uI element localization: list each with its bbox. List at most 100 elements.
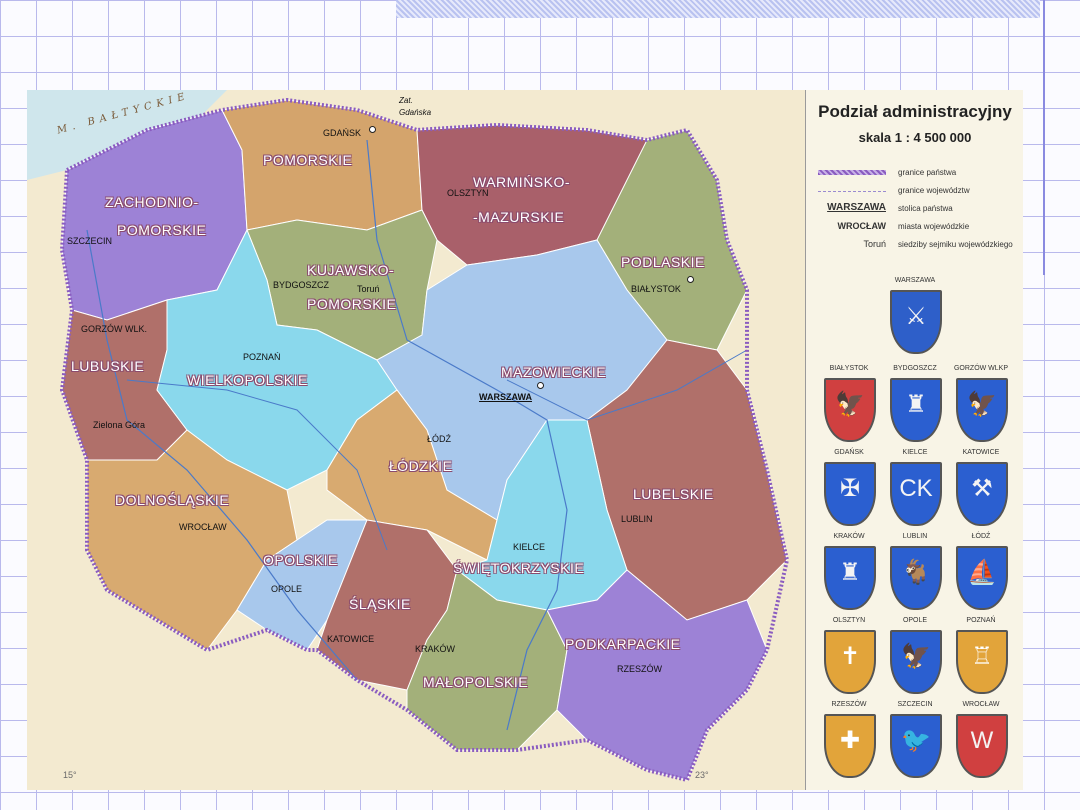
province-label-wielkopolskie: WIELKOPOLSKIE: [187, 372, 308, 388]
coat-shield-icon: ⛵: [956, 546, 1008, 610]
province-label-zachodniopomorskie-2: POMORSKIE: [117, 222, 207, 238]
province-label-warminsko-2: -MAZURSKIE: [473, 209, 565, 225]
province-label-kujawsko-1: KUJAWSKO-: [307, 262, 395, 278]
province-label-swietokrzyskie: ŚWIĘTOKRZYSKIE: [453, 560, 585, 576]
province-label-kujawsko-2: POMORSKIE: [307, 296, 397, 312]
coat-of-arms-caption: BYDGOSZCZ: [893, 365, 937, 372]
coat-emblem-icon: 🦅: [835, 391, 865, 418]
province-label-slaskie: ŚLĄSKIE: [349, 596, 411, 612]
legend-text-capital: stolica państwa: [898, 204, 953, 213]
city-label-wroclaw: WROCŁAW: [179, 522, 227, 532]
coat-of-arms: BIAŁYSTOK 🦅: [822, 365, 876, 442]
coat-shield-icon: 🦅: [956, 378, 1008, 442]
city-label-gorzow: GORZÓW WLK.: [81, 324, 147, 334]
coat-of-arms-caption: OPOLE: [902, 617, 928, 624]
city-label-zielona-gora: Zielona Góra: [93, 420, 146, 430]
coat-of-arms-caption: KATOWICE: [962, 449, 1000, 456]
voivodeship-border-symbol: [818, 191, 886, 192]
legend-row-state-border: granice państwa: [818, 166, 1018, 180]
slide-vertical-line: [1043, 0, 1045, 275]
city-label-szczecin: SZCZECIN: [67, 236, 112, 246]
coat-of-arms-caption: RZESZÓW: [831, 701, 867, 708]
city-label-opole: OPOLE: [271, 584, 303, 594]
city-label-krakow: KRAKÓW: [415, 644, 456, 654]
city-label-olsztyn: OLSZTYN: [447, 188, 489, 198]
coat-shield-icon: 🦅: [890, 630, 942, 694]
coat-of-arms-caption: BIAŁYSTOK: [829, 365, 869, 372]
coat-of-arms-caption: LUBLIN: [902, 533, 928, 540]
city-dot-bialystok: [687, 276, 694, 283]
coat-of-arms: KATOWICE ⚒: [954, 449, 1008, 526]
coat-emblem-icon: ⛵: [967, 559, 997, 586]
coat-of-arms: SZCZECIN 🐦: [888, 701, 942, 778]
coat-of-arms: GDAŃSK ✠: [822, 449, 876, 526]
city-dot-gdansk: [369, 126, 376, 133]
coat-shield-icon: ⚔: [890, 290, 942, 354]
coat-of-arms-caption: WROCŁAW: [962, 701, 1000, 708]
coat-of-arms: BYDGOSZCZ ♜: [888, 365, 942, 442]
legend-symbol-voiv-city: WROCŁAW: [837, 221, 887, 231]
coat-of-arms-caption: GORZÓW WLKP: [953, 365, 1009, 372]
coat-of-arms: LUBLIN 🐐: [888, 533, 942, 610]
city-label-lublin: LUBLIN: [621, 514, 653, 524]
coat-of-arms: KRAKÓW ♜: [822, 533, 876, 610]
province-label-pomorskie: POMORSKIE: [263, 152, 353, 168]
legend-title: Podział administracyjny: [818, 102, 1012, 121]
coat-shield-icon: ⚒: [956, 462, 1008, 526]
grid-label-23: 23°: [695, 770, 709, 780]
state-border-symbol: [818, 170, 886, 175]
coat-shield-icon: ♜: [824, 546, 876, 610]
province-label-lodzkie: ŁÓDZKIE: [389, 458, 453, 474]
coat-shield-icon: 🐦: [890, 714, 942, 778]
coat-of-arms-caption: KRAKÓW: [833, 533, 865, 540]
grid-label-15: 15°: [63, 770, 77, 780]
province-label-opolskie: OPOLSKIE: [263, 552, 338, 568]
coat-emblem-icon: CK: [899, 475, 933, 502]
coat-of-arms: KIELCE CK: [888, 449, 942, 526]
coat-emblem-icon: ✚: [839, 727, 861, 754]
coat-shield-icon: ♖: [956, 630, 1008, 694]
legend-symbol-capital: WARSZAWA: [827, 202, 886, 213]
city-label-kielce: KIELCE: [513, 542, 546, 552]
legend-text-sejmik: siedziby sejmiku wojewódzkiego: [898, 240, 1013, 249]
city-label-gdansk: GDAŃSK: [323, 128, 362, 138]
coat-of-arms: OLSZTYN ✝: [822, 617, 876, 694]
coat-emblem-icon: ♜: [839, 559, 861, 586]
coat-of-arms-caption: SZCZECIN: [897, 701, 933, 708]
legend-text-state-border: granice państwa: [898, 168, 957, 177]
city-label-bialystok: BIAŁYSTOK: [631, 284, 681, 294]
province-label-malopolskie: MAŁOPOLSKIE: [423, 674, 529, 690]
legend-row-capital: WARSZAWA stolica państwa: [818, 202, 1018, 216]
coat-of-arms: OPOLE 🦅: [888, 617, 942, 694]
city-label-warszawa: WARSZAWA: [479, 392, 532, 402]
coat-emblem-icon: 🦅: [967, 391, 997, 418]
coat-emblem-icon: ⚒: [971, 475, 993, 502]
coat-shield-icon: ✚: [824, 714, 876, 778]
province-label-lubuskie: LUBUSKIE: [71, 358, 145, 374]
city-label-katowice: KATOWICE: [327, 634, 375, 644]
legend-text-voiv-border: granice województw: [898, 186, 970, 195]
legend-text-voiv-city: miasta wojewódzkie: [898, 222, 970, 231]
coat-of-arms: GORZÓW WLKP 🦅: [954, 365, 1008, 442]
province-label-lubelskie: LUBELSKIE: [633, 486, 714, 502]
province-label-dolnoslaskie: DOLNOŚLĄSKIE: [115, 492, 230, 508]
coat-of-arms-caption: KIELCE: [902, 449, 928, 456]
coat-of-arms-caption: OLSZTYN: [832, 617, 866, 624]
bay-label-1: Zat.: [399, 96, 413, 105]
coat-of-arms-caption: GDAŃSK: [834, 449, 864, 456]
legend-row-sejmik: Toruń siedziby sejmiku wojewódzkiego: [818, 238, 1018, 252]
coat-shield-icon: CK: [890, 462, 942, 526]
city-label-torun: Toruń: [357, 284, 380, 294]
legend-row-voiv-border: granice województw: [818, 184, 1018, 198]
coat-of-arms: WARSZAWA ⚔: [888, 277, 942, 354]
province-label-podlaskie: PODLASKIE: [621, 254, 705, 270]
coat-emblem-icon: ✝: [839, 643, 861, 670]
coat-emblem-icon: 🦅: [901, 643, 931, 670]
coat-shield-icon: 🐐: [890, 546, 942, 610]
coat-emblem-icon: 🐦: [901, 727, 931, 754]
coat-of-arms: POZNAŃ ♖: [954, 617, 1008, 694]
coat-shield-icon: ✝: [824, 630, 876, 694]
city-dot-warszawa: [537, 382, 544, 389]
city-label-lodz: ŁÓDŹ: [427, 434, 452, 444]
coat-emblem-icon: 🐐: [901, 559, 931, 586]
